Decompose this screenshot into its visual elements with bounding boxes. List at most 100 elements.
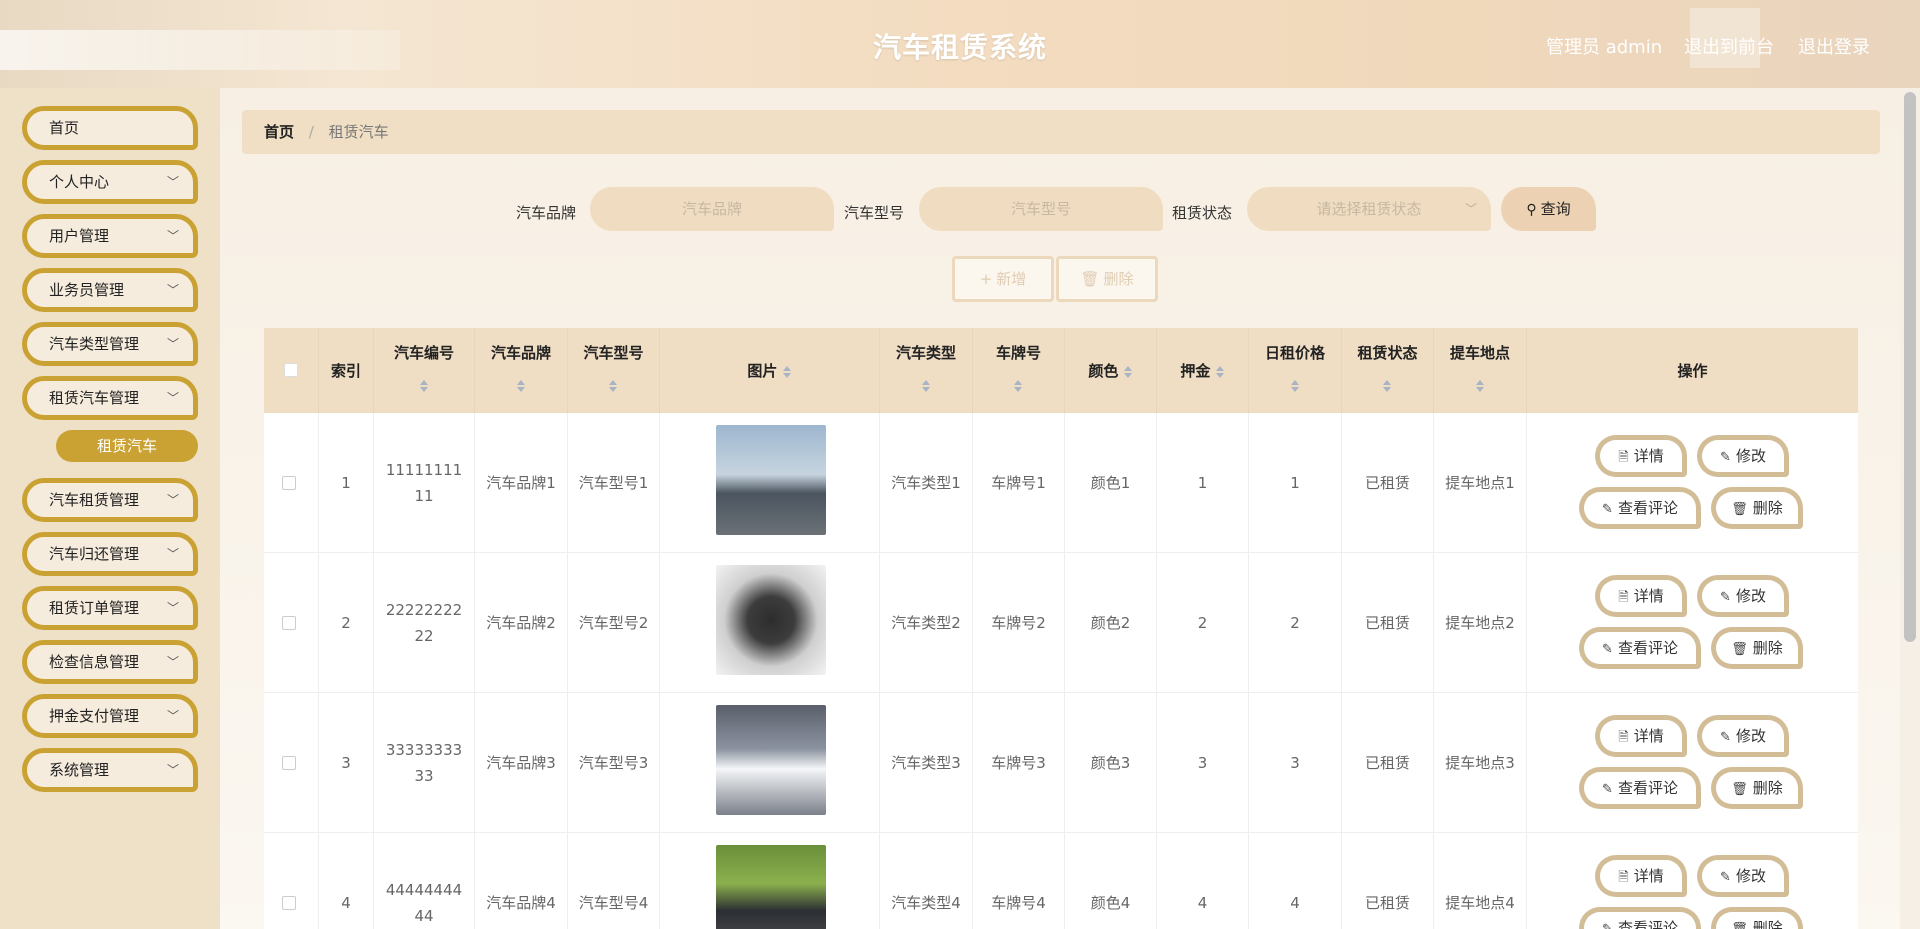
- col-header-label: 汽车品牌: [490, 344, 551, 362]
- status-cell-text: 已租赁: [1364, 754, 1410, 772]
- row-checkbox[interactable]: [282, 476, 296, 490]
- col-header-code[interactable]: 汽车编号: [374, 328, 475, 413]
- col-header-brand[interactable]: 汽车品牌: [475, 328, 568, 413]
- daily-price-cell-text: 2: [1290, 614, 1300, 632]
- sort-icon[interactable]: [1290, 379, 1300, 392]
- view-comments-button-label: 查看评论: [1617, 919, 1678, 929]
- color-cell: 颜色1: [1065, 413, 1157, 553]
- sidebar-item-car-return-mgmt[interactable]: 汽车归还管理 ﹀: [22, 532, 198, 576]
- index-cell: 2: [319, 553, 374, 693]
- view-comments-button[interactable]: ✎ 查看评论: [1579, 487, 1701, 529]
- type-cell: 汽车类型1: [880, 413, 973, 553]
- select-all-checkbox[interactable]: [284, 363, 298, 377]
- sidebar-item-label: 首页: [49, 119, 80, 137]
- detail-button[interactable]: 🗎 详情: [1595, 435, 1687, 477]
- index-cell: 4: [319, 833, 374, 929]
- col-header-plate[interactable]: 车牌号: [973, 328, 1065, 413]
- color-cell-text: 颜色3: [1090, 754, 1131, 772]
- sort-icon[interactable]: [1475, 379, 1485, 392]
- logout-link[interactable]: 退出登录: [1798, 33, 1870, 59]
- color-cell-text: 颜色4: [1090, 894, 1131, 912]
- col-header-pickup[interactable]: 提车地点: [1434, 328, 1527, 413]
- sort-icon[interactable]: [1014, 379, 1023, 392]
- row-checkbox[interactable]: [282, 616, 296, 630]
- model-cell-text: 汽车型号2: [578, 614, 649, 632]
- view-comments-button[interactable]: ✎ 查看评论: [1579, 767, 1701, 809]
- back-to-front-link[interactable]: 退出到前台: [1684, 33, 1774, 59]
- status-select[interactable]: 请选择租赁状态 ﹀: [1247, 187, 1491, 231]
- col-header-type[interactable]: 汽车类型: [880, 328, 973, 413]
- sort-icon[interactable]: [516, 379, 526, 392]
- sidebar-item-home[interactable]: 首页: [22, 106, 198, 150]
- col-header-daily-price[interactable]: 日租价格: [1249, 328, 1342, 413]
- row-checkbox[interactable]: [282, 896, 296, 910]
- daily-price-cell: 1: [1249, 413, 1342, 553]
- status-cell: 已租赁: [1342, 553, 1434, 693]
- col-header-model[interactable]: 汽车型号: [568, 328, 660, 413]
- view-comments-button[interactable]: ✎ 查看评论: [1579, 907, 1701, 929]
- chevron-down-icon: ﹀: [166, 709, 179, 723]
- pencil-icon: ✎: [1602, 782, 1613, 797]
- edit-button[interactable]: ✎ 修改: [1697, 855, 1789, 897]
- scrollbar-thumb[interactable]: [1904, 92, 1916, 642]
- type-cell: 汽车类型3: [880, 693, 973, 833]
- sidebar-item-personal-center[interactable]: 个人中心 ﹀: [22, 160, 198, 204]
- edit-button[interactable]: ✎ 修改: [1697, 715, 1789, 757]
- edit-button[interactable]: ✎ 修改: [1697, 435, 1789, 477]
- detail-button[interactable]: 🗎 详情: [1595, 575, 1687, 617]
- delete-button[interactable]: 🗑 删除: [1711, 767, 1803, 809]
- detail-button-label: 详情: [1633, 727, 1664, 745]
- code-cell: 2222222222: [374, 553, 475, 693]
- sidebar-item-rental-car-mgmt[interactable]: 租赁汽车管理 ﹀: [22, 376, 198, 420]
- sort-icon[interactable]: [609, 379, 618, 392]
- detail-button[interactable]: 🗎 详情: [1595, 715, 1687, 757]
- sidebar-item-label: 系统管理: [49, 761, 110, 779]
- add-button[interactable]: + 新增: [952, 256, 1054, 302]
- sidebar-item-system-mgmt[interactable]: 系统管理 ﹀: [22, 748, 198, 792]
- detail-button[interactable]: 🗎 详情: [1595, 855, 1687, 897]
- sidebar-item-inspection-mgmt[interactable]: 检查信息管理 ﹀: [22, 640, 198, 684]
- image-cell: [660, 553, 880, 693]
- sidebar-item-salesperson-mgmt[interactable]: 业务员管理 ﹀: [22, 268, 198, 312]
- model-cell-text: 汽车型号4: [578, 894, 649, 912]
- delete-button[interactable]: 🗑 删除: [1711, 487, 1803, 529]
- breadcrumb-current: 租赁汽车: [328, 123, 389, 141]
- col-header-color[interactable]: 颜色: [1065, 328, 1157, 413]
- col-header-deposit[interactable]: 押金: [1157, 328, 1249, 413]
- brand-cell-text: 汽车品牌3: [486, 754, 556, 772]
- batch-delete-button[interactable]: 🗑 删除: [1056, 256, 1158, 302]
- row-checkbox[interactable]: [282, 756, 296, 770]
- sidebar-item-deposit-mgmt[interactable]: 押金支付管理 ﹀: [22, 694, 198, 738]
- brand-input[interactable]: 汽车品牌: [590, 187, 834, 231]
- index-cell-text: 2: [341, 614, 351, 632]
- sort-icon[interactable]: [782, 365, 792, 378]
- add-button-label: 新增: [996, 270, 1027, 288]
- daily-price-cell-text: 4: [1290, 894, 1300, 912]
- sidebar-item-car-type-mgmt[interactable]: 汽车类型管理 ﹀: [22, 322, 198, 366]
- col-header-image[interactable]: 图片: [660, 328, 880, 413]
- breadcrumb-home[interactable]: 首页: [264, 123, 294, 141]
- col-header-status[interactable]: 租赁状态: [1342, 328, 1434, 413]
- sidebar-item-order-mgmt[interactable]: 租赁订单管理 ﹀: [22, 586, 198, 630]
- sort-icon[interactable]: [1215, 365, 1225, 378]
- delete-button[interactable]: 🗑 删除: [1711, 907, 1803, 929]
- sidebar-item-user-mgmt[interactable]: 用户管理 ﹀: [22, 214, 198, 258]
- type-cell-text: 汽车类型4: [891, 894, 961, 912]
- delete-button-label: 删除: [1752, 639, 1783, 657]
- type-cell: 汽车类型4: [880, 833, 973, 929]
- sort-icon[interactable]: [1123, 365, 1133, 378]
- delete-button-label: 删除: [1752, 919, 1783, 929]
- sort-icon[interactable]: [921, 379, 931, 392]
- col-header-label: 汽车类型: [895, 344, 956, 362]
- delete-button[interactable]: 🗑 删除: [1711, 627, 1803, 669]
- sort-icon[interactable]: [419, 379, 429, 392]
- trash-icon: 🗑: [1731, 922, 1748, 929]
- sidebar-item-car-rental-mgmt[interactable]: 汽车租赁管理 ﹀: [22, 478, 198, 522]
- sort-icon[interactable]: [1383, 379, 1392, 392]
- view-comments-button[interactable]: ✎ 查看评论: [1579, 627, 1701, 669]
- model-input[interactable]: 汽车型号: [919, 187, 1163, 231]
- sidebar-subitem-rental-car[interactable]: 租赁汽车: [56, 430, 198, 462]
- query-button[interactable]: ⚲ 查询: [1501, 187, 1596, 231]
- edit-button[interactable]: ✎ 修改: [1697, 575, 1789, 617]
- table-row: 3 3333333333 汽车品牌3 汽车型号3 汽车类型3 车牌号3 颜色3 3 3 已租赁 提车…: [264, 693, 1858, 833]
